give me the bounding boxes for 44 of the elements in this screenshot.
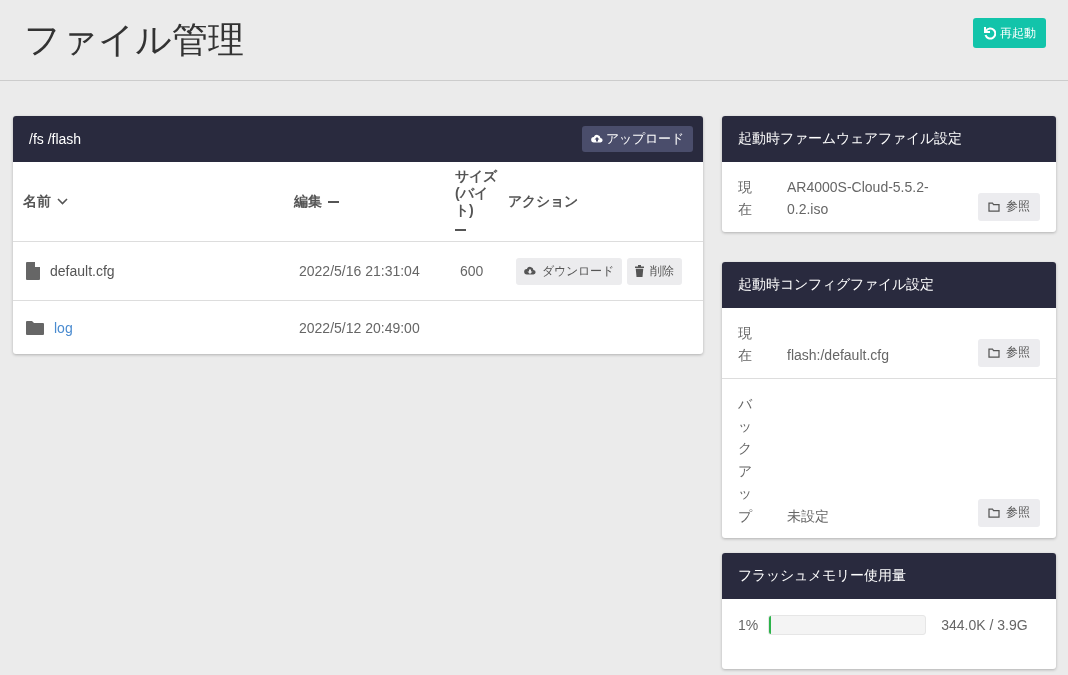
column-label: 編集 xyxy=(294,192,322,211)
folder-icon xyxy=(26,320,44,335)
sort-dash-icon[interactable] xyxy=(328,200,339,203)
panel-title: フラッシュメモリー使用量 xyxy=(738,566,906,585)
file-name: default.cfg xyxy=(50,263,115,279)
setting-label: バックアップ xyxy=(738,394,752,526)
trash-icon xyxy=(635,265,644,277)
column-header[interactable]: 名前 xyxy=(13,162,284,242)
column-label: サイズ(バイト) xyxy=(455,167,497,218)
page-title: ファイル管理 xyxy=(24,17,244,62)
usage-percent: 1% xyxy=(738,616,759,633)
usage-amount: 344.0K / 3.9G xyxy=(941,616,1028,633)
panel-title: 起動時コンフィグファイル設定 xyxy=(738,275,934,294)
folder-link[interactable]: log xyxy=(54,319,73,336)
download-button[interactable]: ダウンロード xyxy=(516,257,622,285)
setting-value: AR4000S-Cloud-5.5.2-0.2.iso xyxy=(787,178,930,220)
folder-icon xyxy=(988,507,1000,518)
column-header[interactable]: サイズ(バイト) xyxy=(445,162,498,242)
column-header[interactable]: アクション xyxy=(498,162,703,242)
setting-label: 現在 xyxy=(738,323,752,366)
folder-icon xyxy=(988,347,1000,358)
cloud-download-icon xyxy=(524,265,536,277)
restart-icon xyxy=(983,26,996,40)
column-label: 名前 xyxy=(23,192,51,211)
browse-button[interactable]: 参照 xyxy=(978,498,1040,527)
setting-value: 未設定 xyxy=(787,506,830,526)
sort-dash-icon[interactable] xyxy=(455,229,466,232)
folder-icon xyxy=(988,201,1000,212)
modified-date: 2022/5/12 20:49:00 xyxy=(299,319,420,336)
cloud-upload-icon xyxy=(591,133,603,145)
file-size: 600 xyxy=(460,263,484,279)
browse-button[interactable]: 参照 xyxy=(978,338,1040,367)
setting-value: flash:/default.cfg xyxy=(787,346,890,366)
path-title: /fs /flash xyxy=(29,131,82,147)
column-header[interactable]: 編集 xyxy=(284,162,445,242)
delete-button[interactable]: 削除 xyxy=(627,257,682,285)
browse-button[interactable]: 参照 xyxy=(978,192,1040,221)
file-icon xyxy=(26,262,40,280)
column-label: アクション xyxy=(508,192,578,211)
modified-date: 2022/5/16 21:31:04 xyxy=(299,263,420,279)
setting-label: 現在 xyxy=(738,178,752,220)
upload-button[interactable]: アップロード xyxy=(582,126,693,152)
chevron-down-icon[interactable] xyxy=(57,198,68,205)
panel-title: 起動時ファームウェアファイル設定 xyxy=(738,130,962,148)
